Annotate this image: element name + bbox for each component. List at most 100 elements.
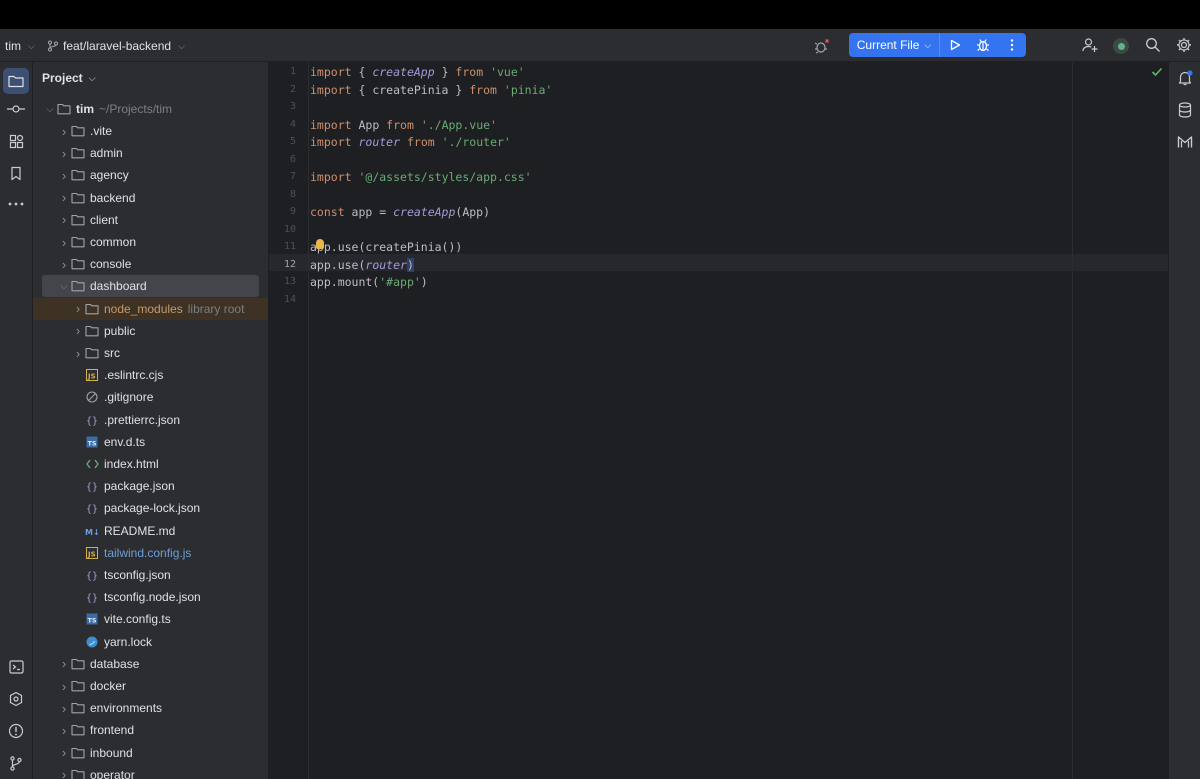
chevron-right-icon[interactable]: › bbox=[58, 257, 70, 272]
chevron-right-icon[interactable]: › bbox=[58, 212, 70, 227]
chevron-right-icon[interactable]: › bbox=[58, 235, 70, 250]
tree-folder-row[interactable]: › common bbox=[33, 231, 268, 253]
code-line[interactable]: import router from './router' bbox=[310, 135, 511, 149]
line-number[interactable]: 14 bbox=[269, 294, 296, 305]
code-line[interactable]: import { createApp } from 'vue' bbox=[310, 65, 525, 79]
avatar[interactable] bbox=[1113, 38, 1129, 54]
tree-file-row[interactable]: TS vite.config.ts bbox=[33, 608, 268, 630]
chevron-right-icon[interactable]: › bbox=[72, 323, 84, 338]
line-number[interactable]: 4 bbox=[269, 119, 296, 130]
tree-folder-row[interactable]: › console bbox=[33, 253, 268, 275]
chevron-right-icon[interactable]: › bbox=[72, 301, 84, 316]
tree-file-row[interactable]: {} package-lock.json bbox=[33, 497, 268, 519]
tree-folder-row[interactable]: › public bbox=[33, 320, 268, 342]
line-number[interactable]: 10 bbox=[269, 224, 296, 235]
chevron-right-icon[interactable]: › bbox=[58, 701, 70, 716]
line-number[interactable]: 13 bbox=[269, 276, 296, 287]
line-number[interactable]: 12 bbox=[269, 259, 296, 270]
inspection-ok-icon[interactable] bbox=[1151, 67, 1163, 77]
line-number[interactable]: 3 bbox=[269, 101, 296, 112]
run-icon[interactable] bbox=[948, 38, 962, 52]
chevron-right-icon[interactable]: › bbox=[58, 745, 70, 760]
tree-file-row[interactable]: TS env.d.ts bbox=[33, 431, 268, 453]
more-vertical-icon[interactable] bbox=[1005, 38, 1019, 52]
code-line[interactable]: app.use(createPinia()) bbox=[310, 240, 462, 254]
chevron-down-icon[interactable]: ⌵ bbox=[58, 281, 70, 292]
line-number[interactable]: 2 bbox=[269, 84, 296, 95]
tree-folder-row[interactable]: › frontend bbox=[33, 719, 268, 741]
tree-file-row[interactable]: {} package.json bbox=[33, 475, 268, 497]
tree-folder-row[interactable]: › node_modules library root bbox=[33, 297, 268, 320]
tree-root-row[interactable]: ⌵ tim ~/Projects/tim bbox=[33, 98, 268, 120]
intention-bulb-icon[interactable] bbox=[316, 239, 324, 249]
tree-file-row[interactable]: {} tsconfig.node.json bbox=[33, 586, 268, 608]
line-number[interactable]: 5 bbox=[269, 136, 296, 147]
tree-folder-row[interactable]: ⌵ dashboard bbox=[42, 275, 259, 298]
tree-folder-row[interactable]: › inbound bbox=[33, 742, 268, 764]
search-icon[interactable] bbox=[1145, 37, 1161, 53]
tree-folder-row[interactable]: › client bbox=[33, 209, 268, 231]
chevron-right-icon[interactable]: › bbox=[58, 656, 70, 671]
settings-icon[interactable] bbox=[1176, 37, 1192, 53]
tree-file-row[interactable]: index.html bbox=[33, 453, 268, 475]
tree-folder-row[interactable]: › src bbox=[33, 342, 268, 364]
tree-folder-row[interactable]: › docker bbox=[33, 675, 268, 697]
code-editor[interactable]: 1 2 3 4 5 6 7 8 9 10 11 12 13 14 import { createApp }… bbox=[269, 62, 1168, 779]
structure-tool-button[interactable] bbox=[6, 131, 26, 151]
chevron-right-icon[interactable]: › bbox=[58, 767, 70, 779]
commit-tool-button[interactable] bbox=[6, 99, 26, 119]
notifications-tool-button[interactable] bbox=[1175, 68, 1195, 88]
code-line[interactable]: const app = createApp(App) bbox=[310, 205, 490, 219]
tree-file-row[interactable]: M↓ README.md bbox=[33, 520, 268, 542]
run-config-selector[interactable]: Current File ⌵ bbox=[849, 33, 940, 57]
tree-file-row[interactable]: {} .prettierrc.json bbox=[33, 409, 268, 431]
line-number[interactable]: 11 bbox=[269, 241, 296, 252]
chevron-right-icon[interactable]: › bbox=[58, 679, 70, 694]
add-user-icon[interactable] bbox=[1082, 37, 1098, 53]
project-panel-header[interactable]: Project ⌵ bbox=[42, 71, 96, 85]
tree-file-row[interactable]: yarn.lock bbox=[33, 631, 268, 653]
more-tools-button[interactable] bbox=[6, 194, 26, 214]
database-tool-button[interactable] bbox=[1175, 100, 1195, 120]
line-number[interactable]: 1 bbox=[269, 66, 296, 77]
code-line[interactable]: import '@/assets/styles/app.css' bbox=[310, 170, 532, 184]
chevron-right-icon[interactable]: › bbox=[58, 168, 70, 183]
project-tool-button[interactable] bbox=[3, 68, 29, 94]
line-number[interactable]: 6 bbox=[269, 154, 296, 165]
git-tool-button[interactable] bbox=[6, 753, 26, 773]
tree-file-row[interactable]: JS .eslintrc.cjs bbox=[33, 364, 268, 386]
code-line[interactable]: app.mount('#app') bbox=[310, 275, 428, 289]
code-line[interactable]: import App from './App.vue' bbox=[310, 118, 497, 132]
tree-file-row[interactable]: {} tsconfig.json bbox=[33, 564, 268, 586]
tree-folder-row[interactable]: › backend bbox=[33, 187, 268, 209]
branch-switcher[interactable]: feat/laravel-backend ⌵ bbox=[47, 39, 185, 53]
tree-folder-row[interactable]: › operator bbox=[33, 764, 268, 779]
services-tool-button[interactable] bbox=[6, 689, 26, 709]
chevron-right-icon[interactable]: › bbox=[58, 723, 70, 738]
chevron-down-icon[interactable]: ⌵ bbox=[44, 104, 56, 115]
code-line[interactable]: import { createPinia } from 'pinia' bbox=[310, 83, 552, 97]
root-folder-path: ~/Projects/tim bbox=[99, 102, 173, 116]
project-switcher[interactable]: tim ⌵ bbox=[5, 39, 35, 53]
line-number[interactable]: 9 bbox=[269, 206, 296, 217]
chevron-right-icon[interactable]: › bbox=[58, 124, 70, 139]
tree-folder-row[interactable]: › admin bbox=[33, 142, 268, 164]
tree-folder-row[interactable]: › environments bbox=[33, 697, 268, 719]
problems-tool-button[interactable] bbox=[6, 721, 26, 741]
terminal-tool-button[interactable] bbox=[6, 657, 26, 677]
bookmarks-tool-button[interactable] bbox=[6, 163, 26, 183]
tree-folder-row[interactable]: › agency bbox=[33, 164, 268, 186]
tree-folder-row[interactable]: › .vite bbox=[33, 120, 268, 142]
chevron-right-icon[interactable]: › bbox=[72, 346, 84, 361]
line-number[interactable]: 8 bbox=[269, 189, 296, 200]
debug-status-icon[interactable] bbox=[814, 38, 830, 54]
debug-icon[interactable] bbox=[976, 38, 990, 52]
line-number[interactable]: 7 bbox=[269, 171, 296, 182]
tree-file-row[interactable]: .gitignore bbox=[33, 386, 268, 408]
chevron-right-icon[interactable]: › bbox=[58, 146, 70, 161]
chevron-right-icon[interactable]: › bbox=[58, 190, 70, 205]
tree-folder-row[interactable]: › database bbox=[33, 653, 268, 675]
code-line[interactable]: app.use(router) bbox=[310, 257, 414, 272]
tree-file-row[interactable]: JS tailwind.config.js bbox=[33, 542, 268, 564]
gmail-tool-button[interactable] bbox=[1175, 132, 1195, 152]
